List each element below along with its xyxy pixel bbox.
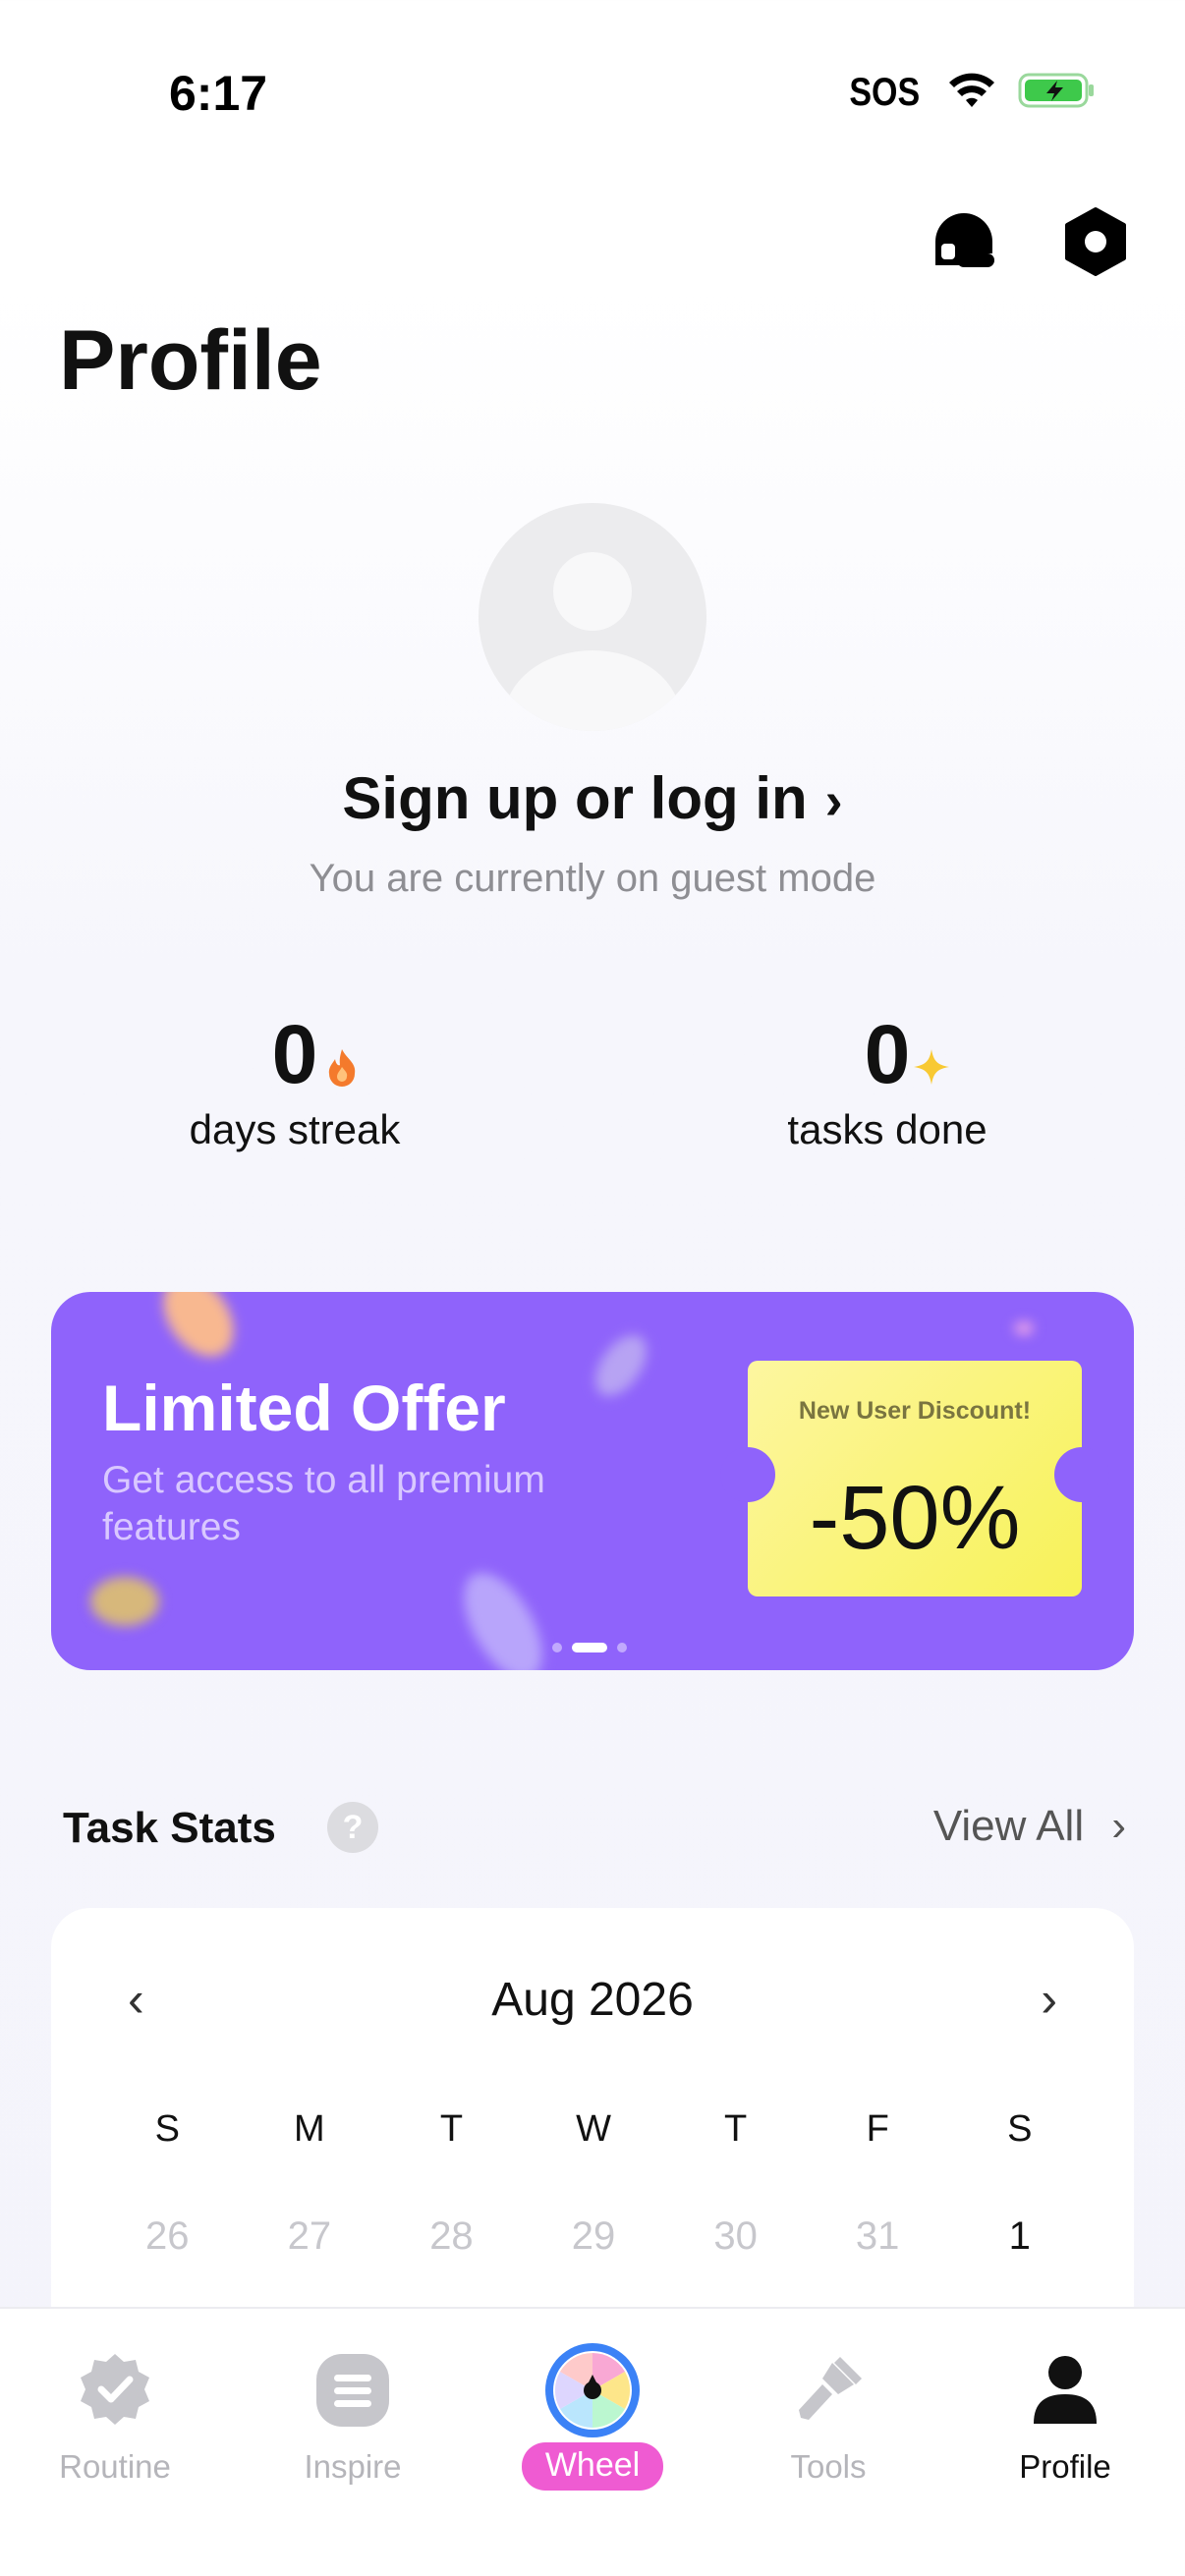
tab-label: Profile (1019, 2448, 1111, 2485)
tab-label: Inspire (304, 2448, 402, 2485)
battery-icon (1018, 71, 1097, 115)
check-badge-icon (17, 2346, 213, 2435)
weekday-label: T (439, 2108, 464, 2150)
page-title: Profile (59, 313, 322, 408)
carousel-dot[interactable] (617, 1643, 627, 1652)
weekday-label: S (154, 2108, 180, 2150)
calendar-day-outside: 28 (429, 2214, 474, 2258)
calendar-week-row: 26 27 28 29 30 31 1 (96, 2214, 1091, 2259)
weekday-label: M (294, 2108, 325, 2150)
carousel-dot[interactable] (552, 1643, 562, 1652)
wifi-icon (947, 72, 996, 114)
guest-mode-note: You are currently on guest mode (309, 857, 876, 900)
brush-icon (730, 2346, 927, 2435)
signup-login-link[interactable]: Sign up or log in › (0, 764, 1185, 832)
view-all-label: View All (932, 1802, 1085, 1850)
status-icons: SOS (843, 71, 1097, 115)
signup-label: Sign up or log in (342, 765, 808, 831)
tab-label: Routine (59, 2448, 171, 2485)
calendar-day-outside: 29 (571, 2214, 616, 2258)
tab-wheel[interactable]: Wheel (494, 2343, 691, 2491)
promo-title: Limited Offer (102, 1372, 506, 1444)
tasks-done-stat: 0 tasks done (691, 1007, 1084, 1153)
tasks-done-value: 0 (865, 1007, 950, 1102)
flame-icon (325, 1011, 359, 1106)
weekday-label: T (723, 2108, 748, 2150)
spin-wheel-icon (494, 2343, 691, 2437)
tab-label: Wheel (521, 2442, 664, 2491)
streak-value: 0 (272, 1007, 356, 1102)
person-icon (967, 2346, 1163, 2435)
headset-icon[interactable] (930, 206, 998, 282)
avatar[interactable] (479, 503, 706, 731)
calendar-day-outside: 31 (855, 2214, 900, 2258)
coupon-caption: New User Discount! (798, 1397, 1032, 1425)
confetti-decoration (585, 1325, 657, 1406)
confetti-decoration (1014, 1321, 1034, 1335)
weekday-label: F (866, 2108, 889, 2150)
chevron-right-icon: › (1111, 1802, 1126, 1850)
avatar-body-shape (504, 650, 681, 731)
task-stats-title: Task Stats (63, 1804, 276, 1852)
confetti-decoration (90, 1577, 159, 1626)
next-month-button[interactable]: › (1041, 1971, 1057, 2028)
tab-profile[interactable]: Profile (967, 2346, 1163, 2486)
streak-stat: 0 days streak (98, 1007, 491, 1153)
tasks-done-label: tasks done (787, 1106, 988, 1152)
tab-routine[interactable]: Routine (17, 2346, 213, 2486)
status-time: 6:17 (169, 66, 268, 121)
confetti-decoration (448, 1560, 558, 1670)
avatar-head-shape (553, 552, 632, 631)
weekday-label: W (576, 2108, 611, 2150)
list-icon (254, 2346, 451, 2435)
calendar-month: Aug 2026 (491, 1974, 694, 2026)
tab-inspire[interactable]: Inspire (254, 2346, 451, 2486)
calendar-day-outside: 30 (713, 2214, 758, 2258)
promo-subtitle: Get access to all premium features (102, 1459, 545, 1548)
sos-indicator: SOS (848, 71, 920, 114)
limited-offer-banner[interactable]: Limited Offer Get access to all premium … (51, 1292, 1134, 1670)
view-all-link[interactable]: View All › (933, 1802, 1126, 1851)
calendar-day-outside: 26 (145, 2214, 190, 2258)
carousel-dot-active[interactable] (572, 1643, 607, 1652)
tab-tools[interactable]: Tools (730, 2346, 927, 2486)
header-actions (930, 206, 1128, 282)
carousel-dots (552, 1643, 627, 1652)
help-icon[interactable]: ? (327, 1802, 378, 1853)
bottom-tab-bar: Routine Inspire Wheel Tools Profile (0, 2307, 1185, 2576)
discount-coupon[interactable]: New User Discount! -50% (720, 1361, 1109, 1596)
calendar-day-outside: 27 (287, 2214, 332, 2258)
streak-label: days streak (189, 1106, 401, 1152)
confetti-decoration (148, 1292, 249, 1371)
coupon-value: -50% (809, 1468, 1021, 1568)
weekday-label: S (1007, 2108, 1033, 2150)
sparkle-icon (912, 1011, 951, 1106)
weekday-header: S M T W T F S (96, 2108, 1091, 2151)
chevron-right-icon: › (824, 771, 843, 830)
calendar-day[interactable]: 1 (948, 2214, 1091, 2259)
hexagon-settings-icon[interactable] (1063, 206, 1128, 282)
tab-label: Tools (790, 2448, 867, 2485)
